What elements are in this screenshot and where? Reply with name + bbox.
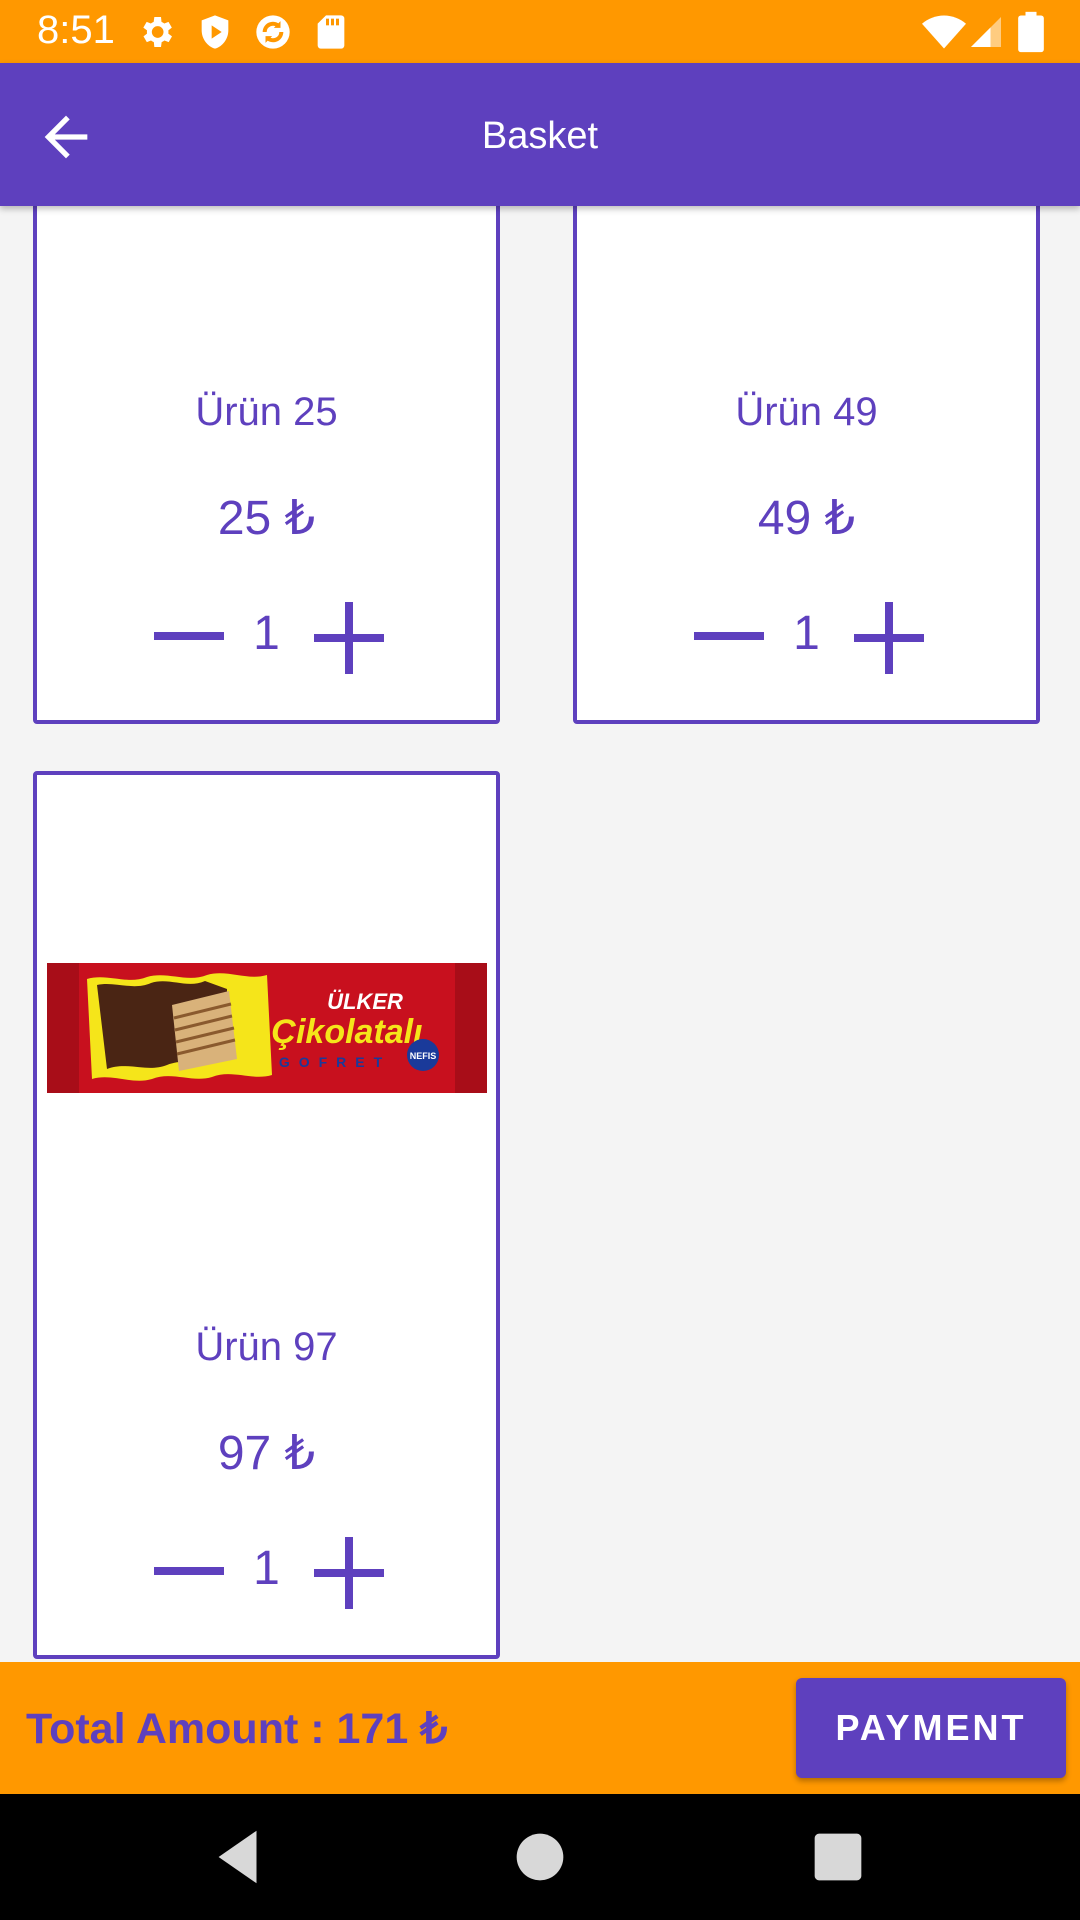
- shield-play-icon: [201, 15, 229, 49]
- image-brand-text: ÜLKER: [327, 989, 403, 1014]
- status-time: 8:51: [37, 8, 115, 52]
- app-bar: Basket: [0, 63, 1080, 206]
- home-circle-icon[interactable]: [505, 1822, 575, 1892]
- plus-icon[interactable]: [312, 1535, 388, 1611]
- product-name: Ürün 25: [195, 390, 338, 434]
- back-triangle-icon[interactable]: [204, 1822, 274, 1892]
- checkout-bar: Total Amount : 171 ₺ PAYMENT: [0, 1662, 1080, 1794]
- product-price: 25 ₺: [217, 492, 316, 545]
- quantity-stepper: 1: [37, 1531, 496, 1611]
- sync-icon: [256, 15, 290, 49]
- product-price: 49 ₺: [757, 492, 856, 545]
- payment-button[interactable]: PAYMENT: [796, 1678, 1066, 1778]
- total-amount: Total Amount : 171 ₺: [26, 1705, 448, 1753]
- product-name: Ürün 97: [195, 1325, 338, 1369]
- product-card[interactable]: ÜLKER Çikolatalı GOFRET NEFIS Ürün 97 97…: [33, 771, 500, 1659]
- battery-icon: [1018, 11, 1044, 53]
- image-product-text: Çikolatalı: [271, 1013, 422, 1051]
- product-card[interactable]: Ürün 49 49 ₺ 1: [573, 206, 1040, 724]
- quantity-stepper: 1: [37, 596, 496, 676]
- product-price: 97 ₺: [217, 1427, 316, 1480]
- gear-icon: [143, 17, 172, 47]
- sd-card-icon: [317, 15, 345, 49]
- quantity-value: 1: [793, 607, 820, 660]
- plus-icon[interactable]: [852, 600, 928, 676]
- image-badge-text: NEFIS: [410, 1051, 437, 1061]
- product-name: Ürün 49: [735, 390, 878, 434]
- signal-icon: [971, 17, 1001, 47]
- quantity-value: 1: [253, 1542, 280, 1595]
- product-card[interactable]: Ürün 25 25 ₺ 1: [33, 206, 500, 724]
- basket-grid: Ürün 25 25 ₺ 1 Ürün 49 49 ₺ 1 ÜLKER Çiko…: [0, 206, 1080, 1662]
- page-title: Basket: [481, 115, 599, 157]
- plus-icon[interactable]: [312, 600, 388, 676]
- product-image: ÜLKER Çikolatalı GOFRET NEFIS: [47, 963, 487, 1093]
- system-nav-bar: [0, 1794, 1080, 1920]
- quantity-stepper: 1: [577, 596, 1036, 676]
- image-sub-text: GOFRET: [279, 1054, 391, 1070]
- recents-square-icon[interactable]: [803, 1822, 873, 1892]
- status-bar: 8:51: [0, 0, 1080, 63]
- quantity-value: 1: [253, 607, 280, 660]
- wifi-icon: [922, 15, 966, 49]
